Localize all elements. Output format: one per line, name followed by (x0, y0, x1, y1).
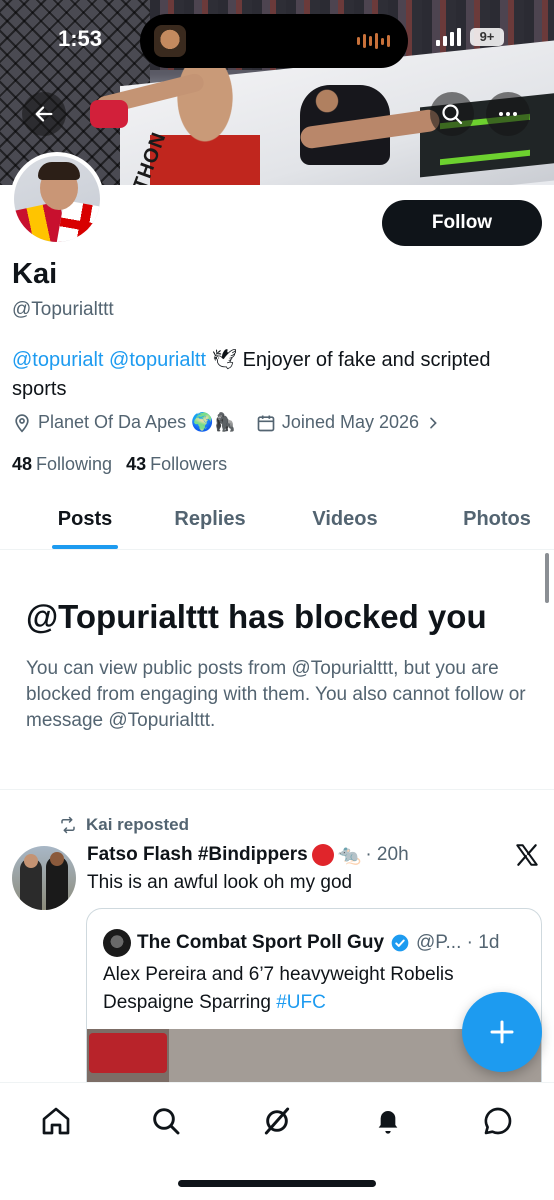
profile-name: Kai (12, 258, 58, 290)
rat-emoji: 🐀 (337, 845, 362, 866)
more-icon (499, 112, 517, 116)
followers-count: 43 (126, 454, 147, 474)
nav-messages[interactable] (478, 1101, 518, 1141)
avatar-hair (38, 162, 80, 180)
following-count: 48 (12, 454, 33, 474)
profile-meta: Planet Of Da Apes 🌍🦍 Joined May 2026 (12, 412, 461, 433)
dove-emoji: 🕊 (211, 349, 237, 371)
home-indicator[interactable] (178, 1180, 376, 1187)
tweet-time: · 20h (365, 844, 409, 865)
nav-grok[interactable] (257, 1101, 297, 1141)
home-icon (42, 1107, 70, 1135)
nav-search[interactable] (146, 1101, 186, 1141)
chevron-right-icon (430, 417, 437, 428)
messages-icon (484, 1107, 512, 1135)
more-button[interactable] (486, 92, 530, 136)
tweet-text: This is an awful look oh my god (87, 872, 353, 893)
dynamic-island (140, 14, 408, 68)
location-text: Planet Of Da Apes 🌍🦍 (38, 412, 236, 432)
signal-icon (436, 28, 461, 46)
blocked-title: @Topurialttt has blocked you (26, 598, 487, 635)
search-icon (153, 1108, 180, 1135)
plus-icon (490, 1020, 514, 1044)
x-logo-icon (516, 844, 538, 866)
profile-bio: @topurialt @topurialtt 🕊 Enjoyer of fake… (12, 346, 542, 404)
followers-link[interactable]: 43 Followers (126, 454, 227, 475)
follow-button[interactable]: Follow (382, 200, 542, 246)
notifications-icon (378, 1111, 398, 1134)
divider (0, 789, 554, 790)
tab-photos[interactable]: Photos (440, 494, 554, 549)
avatar-head-2 (50, 852, 64, 866)
quote-author: The Combat Sport Poll Guy (137, 932, 385, 953)
status-time: 1:53 (58, 26, 103, 51)
profile-tabs: Posts Replies Videos Photos (0, 494, 554, 550)
bio-mention-topurialt[interactable]: @topurialt (12, 349, 103, 371)
banner-glove (90, 100, 128, 128)
tab-posts[interactable]: Posts (0, 494, 170, 549)
repost-label: Kai reposted (86, 815, 189, 834)
quote-header: The Combat Sport Poll Guy @P... · 1d (103, 929, 499, 957)
quote-hashtag[interactable]: #UFC (276, 992, 326, 1013)
quote-avatar (103, 929, 131, 957)
nav-notifications[interactable] (368, 1101, 408, 1141)
avatar-head-1 (24, 854, 38, 868)
following-label: Following (36, 454, 113, 474)
scrollbar[interactable] (545, 553, 549, 603)
following-link[interactable]: 48 Following (12, 454, 112, 475)
back-button[interactable] (22, 92, 66, 136)
nav-home[interactable] (36, 1101, 76, 1141)
verified-badge-icon (391, 934, 409, 952)
search-icon (442, 104, 463, 125)
calendar-icon (257, 415, 275, 431)
tweet-header: Fatso Flash #Bindippers 🐀 · 20h (87, 843, 409, 867)
media-boombox (89, 1033, 167, 1073)
red-circle-emoji (311, 844, 334, 866)
grok-icon (264, 1107, 290, 1135)
tweet-author[interactable]: Fatso Flash #Bindippers (87, 844, 308, 866)
profile-handle: @Topurialttt (12, 299, 114, 320)
location-pin-icon (15, 413, 29, 433)
repost-indicator: Kai reposted (58, 815, 189, 835)
audio-wave-icon (357, 33, 390, 49)
arrow-left-icon (35, 106, 53, 122)
repost-icon (61, 816, 75, 834)
bio-mention-topurialtt[interactable]: @topurialtt (109, 349, 206, 371)
profile-avatar[interactable] (10, 152, 104, 246)
quote-meta: @P... · 1d (416, 932, 500, 953)
compose-button[interactable] (462, 992, 542, 1072)
battery-icon: 9+ (470, 28, 504, 46)
follow-counts: 48 Following 43 Followers (12, 454, 227, 475)
followers-label: Followers (150, 454, 228, 474)
tab-replies[interactable]: Replies (170, 494, 250, 549)
search-button[interactable] (430, 92, 474, 136)
banner-fighter (150, 60, 260, 185)
tab-videos[interactable]: Videos (250, 494, 440, 549)
blocked-description: You can view public posts from @Topurial… (26, 658, 526, 731)
location-item: Planet Of Da Apes 🌍🦍 (12, 412, 236, 433)
joined-item[interactable]: Joined May 2026 (256, 412, 441, 433)
now-playing-thumb (154, 25, 186, 57)
joined-text: Joined May 2026 (281, 412, 420, 432)
tweet-avatar[interactable] (12, 846, 76, 910)
